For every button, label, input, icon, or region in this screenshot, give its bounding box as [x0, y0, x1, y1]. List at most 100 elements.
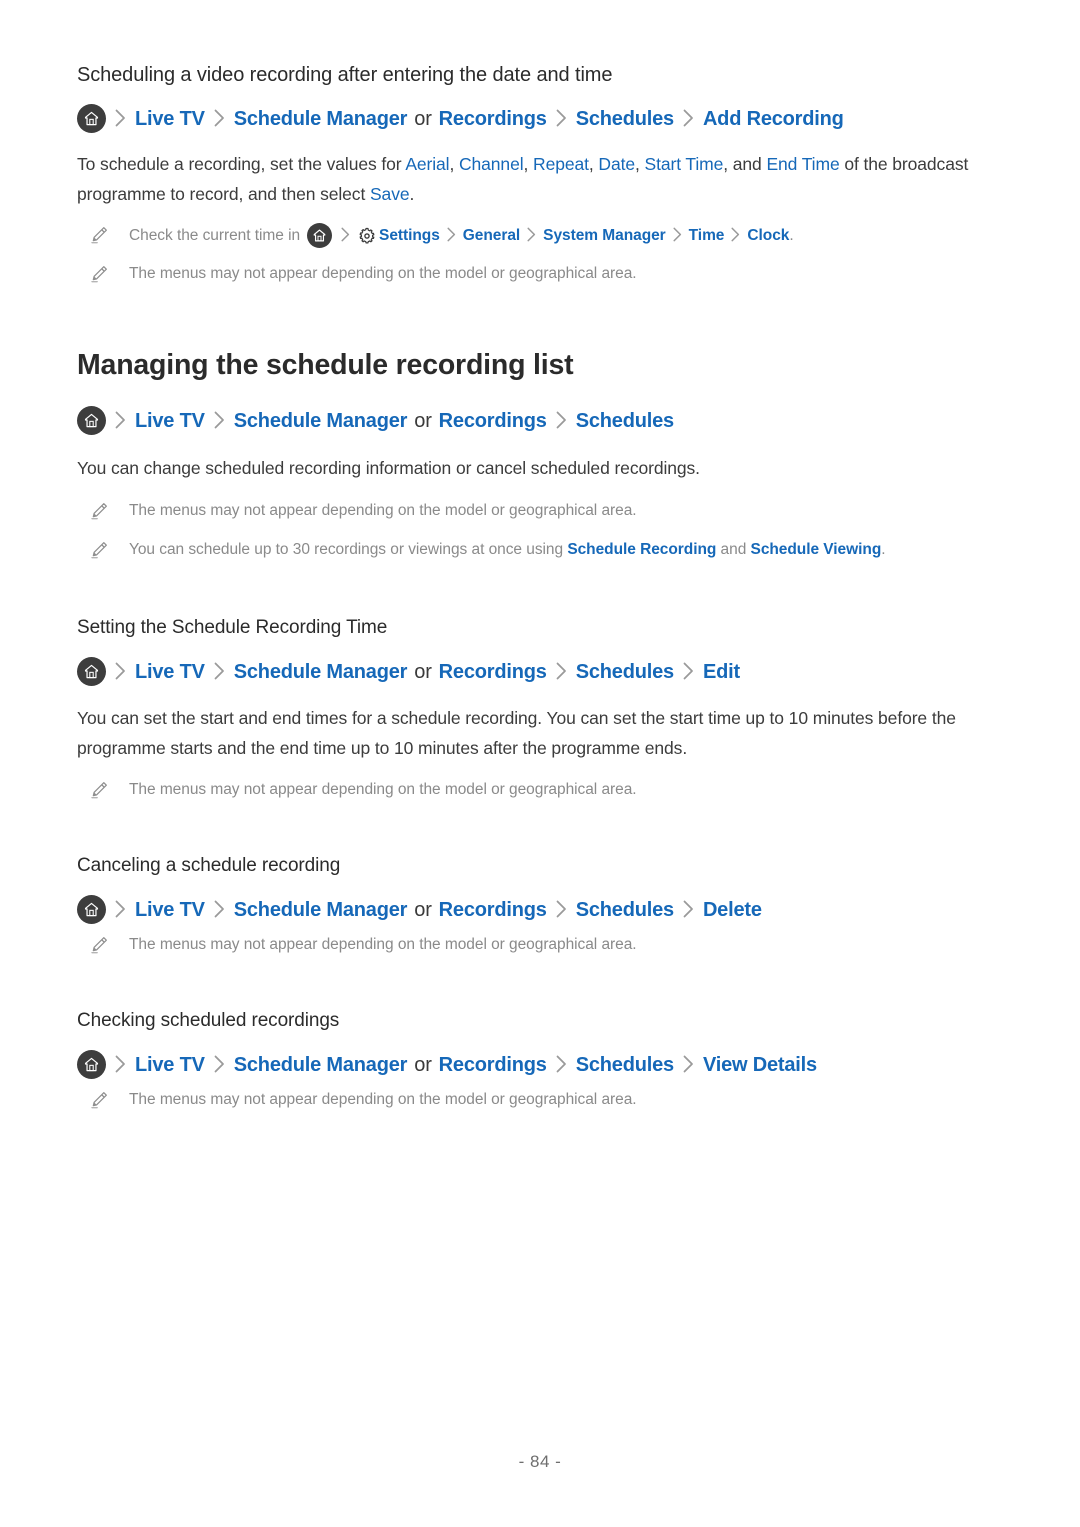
breadcrumb-conjunction: or — [414, 660, 432, 683]
link-channel[interactable]: Channel — [459, 154, 524, 174]
note-link-settings[interactable]: Settings — [379, 224, 440, 247]
chevron-right-icon — [214, 109, 225, 127]
note-text-schedule-limit: You can schedule up to 30 recordings or … — [129, 538, 886, 561]
home-icon[interactable] — [77, 895, 106, 925]
home-icon[interactable] — [77, 104, 106, 133]
note-link-schedule-recording[interactable]: Schedule Recording — [567, 541, 716, 558]
breadcrumb-item-schedule-manager[interactable]: Schedule Manager — [234, 898, 408, 922]
breadcrumb-item-schedules[interactable]: Schedules — [576, 660, 674, 684]
chevron-right-icon — [447, 227, 456, 242]
note-menus-availability: The menus may not appear depending on th… — [77, 933, 1007, 956]
text-fragment: , — [449, 154, 459, 174]
note-link-schedule-viewing[interactable]: Schedule Viewing — [751, 541, 882, 558]
chevron-right-icon — [115, 662, 126, 680]
home-icon-inline-wrap — [307, 223, 333, 249]
breadcrumb-item-live-tv[interactable]: Live TV — [135, 898, 205, 922]
breadcrumb-scheduling-video-recording: Live TV Schedule Manager or Recordings S… — [77, 104, 1007, 133]
breadcrumb-item-recordings[interactable]: Recordings — [439, 898, 547, 922]
pencil-icon — [89, 1090, 109, 1110]
breadcrumb-conjunction: or — [414, 107, 432, 130]
section-heading-managing-schedule-recording-list: Managing the schedule recording list — [77, 349, 574, 382]
chevron-right-icon — [527, 227, 536, 242]
note-text-menus-availability: The menus may not appear depending on th… — [129, 502, 637, 520]
breadcrumb-item-schedule-manager[interactable]: Schedule Manager — [234, 409, 408, 433]
chevron-right-icon — [683, 900, 694, 918]
note-check-current-time: Check the current time in Settings Gener… — [77, 223, 1007, 249]
note-link-general[interactable]: General — [463, 224, 520, 247]
chevron-right-icon — [683, 109, 694, 127]
pencil-icon — [89, 540, 109, 560]
chevron-right-icon — [673, 227, 682, 242]
chevron-right-icon — [683, 1055, 694, 1073]
breadcrumb-item-schedule-manager[interactable]: Schedule Manager — [234, 660, 408, 684]
pencil-icon — [89, 935, 109, 955]
breadcrumb-item-schedules[interactable]: Schedules — [576, 1053, 674, 1077]
chevron-right-icon — [556, 1055, 567, 1073]
breadcrumb-item-recordings[interactable]: Recordings — [439, 409, 547, 433]
section-heading-checking-scheduled-recordings: Checking scheduled recordings — [77, 1009, 340, 1031]
breadcrumb-item-schedule-manager[interactable]: Schedule Manager — [234, 1053, 408, 1077]
link-end-time[interactable]: End Time — [766, 154, 839, 174]
breadcrumb-item-live-tv[interactable]: Live TV — [135, 1053, 205, 1077]
note-schedule-limit: You can schedule up to 30 recordings or … — [77, 538, 1007, 561]
breadcrumb-item-schedule-manager[interactable]: Schedule Manager — [234, 107, 408, 131]
note-link-time[interactable]: Time — [689, 224, 725, 247]
breadcrumb-conjunction: or — [414, 1053, 432, 1076]
paragraph-schedule-recording-values: To schedule a recording, set the values … — [77, 149, 1007, 209]
pencil-icon — [89, 780, 109, 800]
note-link-clock[interactable]: Clock — [747, 224, 789, 247]
breadcrumb-item-schedules[interactable]: Schedules — [576, 107, 674, 131]
section-heading-canceling-schedule-recording: Canceling a schedule recording — [77, 854, 341, 876]
link-date[interactable]: Date — [598, 154, 635, 174]
chevron-right-icon — [214, 1055, 225, 1073]
home-icon[interactable] — [77, 1050, 106, 1080]
chevron-right-icon — [556, 900, 567, 918]
note-suffix: . — [789, 227, 794, 245]
chevron-right-icon — [115, 109, 126, 127]
text-fragment: , — [588, 154, 599, 174]
chevron-right-icon — [214, 900, 225, 918]
note-menus-availability: The menus may not appear depending on th… — [77, 1088, 1007, 1111]
text-fragment: To schedule a recording, set the values … — [77, 154, 406, 174]
link-repeat[interactable]: Repeat — [533, 154, 589, 174]
text-fragment: You can schedule up to 30 recordings or … — [129, 541, 568, 559]
note-menus-availability: The menus may not appear depending on th… — [77, 778, 1007, 801]
breadcrumb-item-live-tv[interactable]: Live TV — [135, 409, 205, 433]
breadcrumb-item-live-tv[interactable]: Live TV — [135, 107, 205, 131]
note-text-menus-availability: The menus may not appear depending on th… — [129, 1091, 637, 1109]
breadcrumb-item-recordings[interactable]: Recordings — [439, 660, 547, 684]
paragraph-start-end-times: You can set the start and end times for … — [77, 708, 956, 759]
breadcrumb-conjunction: or — [414, 409, 432, 432]
breadcrumb-item-schedules[interactable]: Schedules — [576, 409, 674, 433]
gear-icon[interactable] — [357, 226, 376, 245]
text-fragment: . — [409, 184, 415, 205]
link-aerial[interactable]: Aerial — [405, 154, 449, 174]
breadcrumb-item-edit[interactable]: Edit — [703, 660, 740, 684]
chevron-right-icon — [556, 411, 567, 429]
note-menus-availability: The menus may not appear depending on th… — [77, 499, 1007, 522]
note-text-check-current-time: Check the current time in Settings Gener… — [129, 223, 794, 249]
breadcrumb-checking-scheduled-recordings: Live TV Schedule Manager or Recordings S… — [77, 1050, 1007, 1080]
breadcrumb-item-schedules[interactable]: Schedules — [576, 898, 674, 922]
link-save[interactable]: Save — [370, 184, 410, 204]
note-menus-availability: The menus may not appear depending on th… — [77, 262, 1007, 285]
chevron-right-icon — [731, 227, 740, 242]
note-text-menus-availability: The menus may not appear depending on th… — [129, 265, 637, 283]
link-start-time[interactable]: Start Time — [645, 154, 724, 174]
breadcrumb-item-view-details[interactable]: View Details — [703, 1053, 817, 1077]
breadcrumb-item-live-tv[interactable]: Live TV — [135, 660, 205, 684]
home-icon[interactable] — [307, 223, 333, 249]
chevron-right-icon — [214, 411, 225, 429]
chevron-right-icon — [341, 227, 350, 242]
note-link-system-manager[interactable]: System Manager — [543, 224, 666, 247]
breadcrumb-item-add-recording[interactable]: Add Recording — [703, 107, 844, 131]
chevron-right-icon — [115, 900, 126, 918]
breadcrumb-item-recordings[interactable]: Recordings — [439, 107, 547, 131]
chevron-right-icon — [683, 662, 694, 680]
breadcrumb-item-delete[interactable]: Delete — [703, 898, 762, 922]
home-icon[interactable] — [77, 406, 106, 436]
note-text-menus-availability: The menus may not appear depending on th… — [129, 780, 637, 798]
home-icon[interactable] — [77, 657, 106, 687]
breadcrumb-item-recordings[interactable]: Recordings — [439, 1053, 547, 1077]
note-text-menus-availability: The menus may not appear depending on th… — [129, 936, 637, 954]
